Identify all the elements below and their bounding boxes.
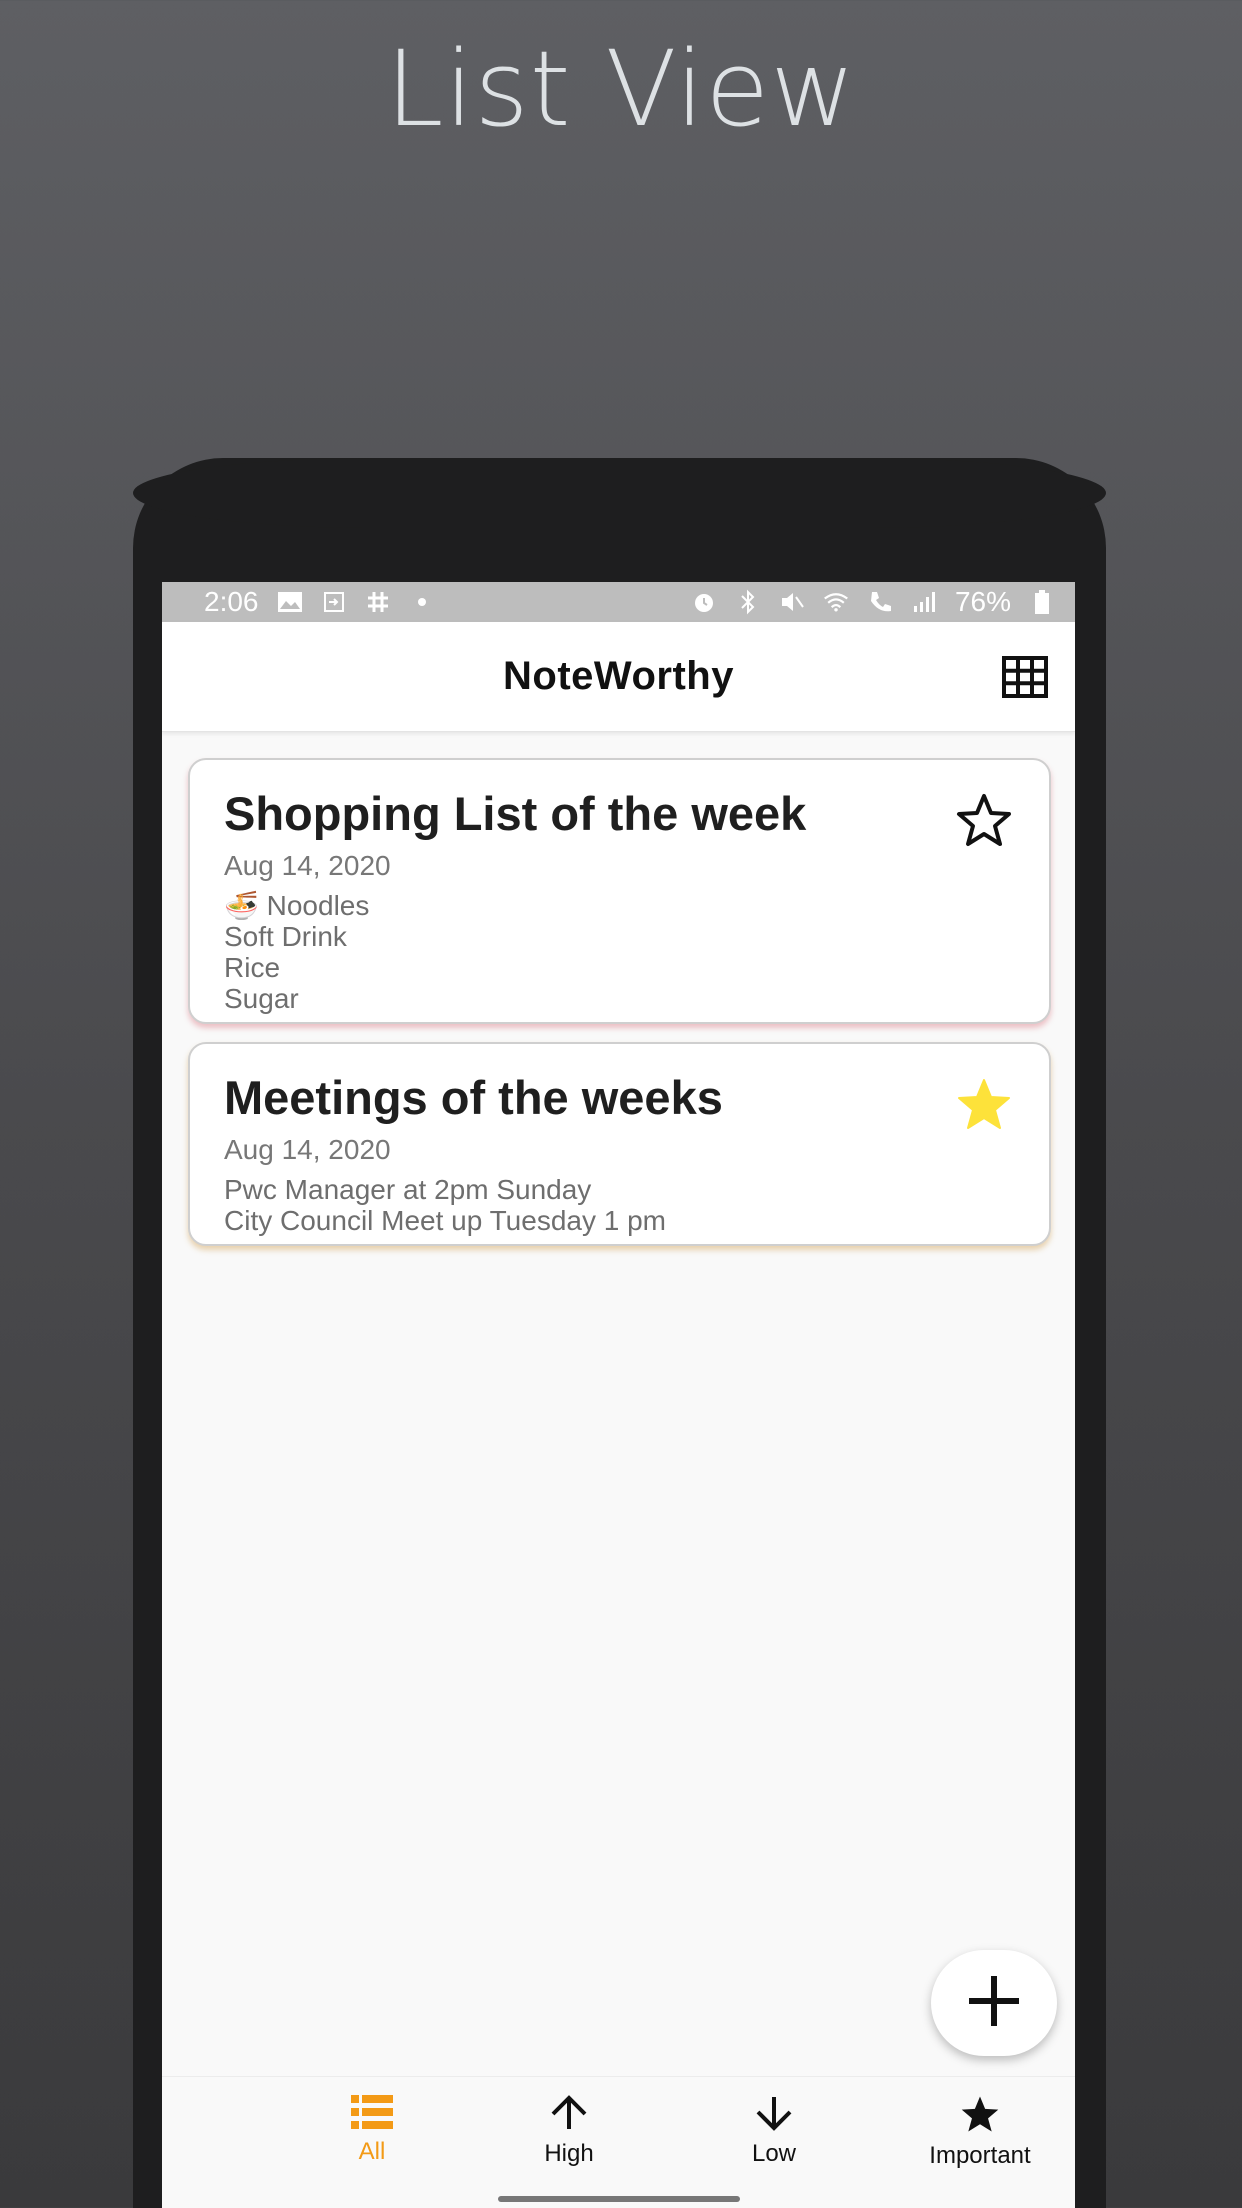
note-date: Aug 14, 2020 xyxy=(224,850,391,881)
nav-label: Important xyxy=(929,2142,1031,2169)
phone-top-edge xyxy=(133,458,1106,528)
nav-label: All xyxy=(358,2138,386,2165)
slack-icon xyxy=(365,589,391,615)
battery-icon xyxy=(1029,589,1055,615)
wifi-call-icon xyxy=(867,589,893,615)
note-card[interactable]: Shopping List of the week Aug 14, 2020 🍜… xyxy=(188,758,1051,1024)
note-line: Sugar xyxy=(224,983,299,1014)
note-title: Shopping List of the week xyxy=(224,787,807,840)
nav-label: High xyxy=(544,2140,594,2167)
status-time: 2:06 xyxy=(204,586,259,617)
star-icon xyxy=(958,2095,1002,2138)
note-date: Aug 14, 2020 xyxy=(224,1134,391,1165)
nav-item-high[interactable]: High xyxy=(469,2095,669,2168)
phone-screen: 2:06 76% NoteWorthy Shopping List of the… xyxy=(162,582,1075,2208)
home-indicator[interactable] xyxy=(498,2196,740,2202)
add-note-button[interactable] xyxy=(931,1950,1057,2056)
bluetooth-icon xyxy=(735,589,761,615)
status-bar-right: 76% xyxy=(691,586,1055,618)
battery-percent: 76% xyxy=(954,586,1011,617)
dot-icon xyxy=(409,589,435,615)
grid-view-icon[interactable] xyxy=(1001,655,1049,699)
app-title: NoteWorthy xyxy=(503,654,734,698)
plus-icon xyxy=(965,1972,1023,2035)
note-line: 🍜 Noodles xyxy=(224,890,370,921)
status-bar: 2:06 76% xyxy=(162,582,1075,622)
arrow-down-icon xyxy=(754,2095,794,2136)
mute-icon xyxy=(779,589,805,615)
headline: List View xyxy=(385,28,857,150)
image-icon xyxy=(277,589,303,615)
app-bar: NoteWorthy xyxy=(162,622,1075,732)
signal-icon xyxy=(911,589,937,615)
status-bar-left: 2:06 xyxy=(204,586,435,618)
nav-item-all[interactable]: All xyxy=(272,2095,472,2166)
note-line: Soft Drink xyxy=(224,921,347,952)
note-card[interactable]: Meetings of the weeks Aug 14, 2020 Pwc M… xyxy=(188,1042,1051,1246)
note-title: Meetings of the weeks xyxy=(224,1071,723,1124)
note-line: Rice xyxy=(224,952,281,983)
star-outline-icon[interactable] xyxy=(955,792,1013,848)
nav-item-low[interactable]: Low xyxy=(674,2095,874,2168)
arrow-up-icon xyxy=(549,2095,589,2136)
note-list: Shopping List of the week Aug 14, 2020 🍜… xyxy=(162,732,1075,1246)
nav-label: Low xyxy=(751,2140,797,2167)
alarm-icon xyxy=(691,589,717,615)
note-line: Pwc Manager at 2pm Sunday xyxy=(224,1174,592,1205)
note-line: City Council Meet up Tuesday 1 pm xyxy=(224,1205,666,1236)
nav-item-important[interactable]: Important xyxy=(880,2095,1075,2170)
star-filled-icon[interactable] xyxy=(955,1076,1013,1132)
bottom-navigation: All High Low Important xyxy=(162,2076,1075,2186)
list-icon xyxy=(351,2095,393,2134)
wifi-icon xyxy=(823,589,849,615)
cast-icon xyxy=(321,589,347,615)
